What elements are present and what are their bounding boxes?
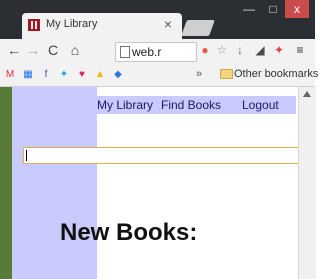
- search-input[interactable]: [23, 147, 301, 164]
- home-icon[interactable]: ⌂: [67, 42, 83, 58]
- bookmark-star-icon[interactable]: ☆: [215, 43, 229, 57]
- browser-frame: — □ x My Library × ← → C ⌂ web.r ● ☆ ↓ ◢…: [0, 0, 318, 90]
- tab-close-icon[interactable]: ×: [164, 16, 172, 32]
- twitter-icon[interactable]: ✦: [58, 68, 70, 80]
- new-tab-button[interactable]: [181, 20, 215, 36]
- nav-link-logout[interactable]: Logout: [242, 96, 279, 114]
- library-favicon-icon: [28, 19, 40, 31]
- bookmarks-bar: M ▦ f ✦ ♥ ▲ ◆ » Other bookmarks: [0, 63, 318, 87]
- page-icon: [120, 46, 130, 58]
- gmail-icon[interactable]: M: [4, 68, 16, 80]
- facebook-icon[interactable]: f: [40, 68, 52, 80]
- maximize-button[interactable]: □: [261, 0, 285, 18]
- tab-title: My Library: [46, 18, 98, 30]
- back-icon[interactable]: ←: [6, 42, 22, 58]
- other-bookmarks-link[interactable]: Other bookmarks: [234, 68, 318, 80]
- window-close-button[interactable]: x: [285, 0, 309, 18]
- browser-toolbar: ← → C ⌂ web.r ● ☆ ↓ ◢ ✦ ≡: [0, 39, 315, 63]
- sidebar: [12, 87, 97, 279]
- extension-badge-icon[interactable]: ●: [198, 43, 212, 57]
- bookmarks-overflow-chevron[interactable]: »: [196, 68, 202, 80]
- color-picker-icon[interactable]: ✦: [272, 43, 286, 57]
- address-text: web.r: [132, 45, 162, 59]
- pocket-icon[interactable]: ◢: [253, 43, 267, 57]
- new-books-heading: New Books:: [60, 219, 198, 246]
- folder-icon: [220, 69, 233, 79]
- text-caret: [26, 150, 27, 161]
- nav-link-my-library[interactable]: My Library: [97, 96, 153, 114]
- scroll-up-icon[interactable]: [303, 91, 311, 97]
- top-navbar: My Library Find Books Logout: [97, 96, 296, 114]
- window-left-edge: [0, 87, 12, 279]
- nav-link-find-books[interactable]: Find Books: [161, 96, 221, 114]
- reload-icon[interactable]: C: [45, 42, 61, 58]
- browser-tab[interactable]: My Library ×: [22, 13, 182, 39]
- drive-icon[interactable]: ▲: [94, 68, 106, 80]
- calendar-icon[interactable]: ▦: [22, 68, 34, 80]
- menu-icon[interactable]: ≡: [293, 43, 307, 57]
- pocket-bookmark-icon[interactable]: ♥: [76, 68, 88, 80]
- minimize-button[interactable]: —: [237, 0, 261, 18]
- download-icon[interactable]: ↓: [233, 43, 247, 57]
- vertical-scrollbar[interactable]: [298, 87, 316, 279]
- dropbox-icon[interactable]: ◆: [112, 68, 124, 80]
- page-content: My Library Find Books Logout New Books:: [0, 87, 316, 279]
- window-controls: — □ x: [237, 0, 309, 18]
- forward-icon[interactable]: →: [25, 42, 41, 58]
- address-bar[interactable]: web.r: [115, 42, 197, 62]
